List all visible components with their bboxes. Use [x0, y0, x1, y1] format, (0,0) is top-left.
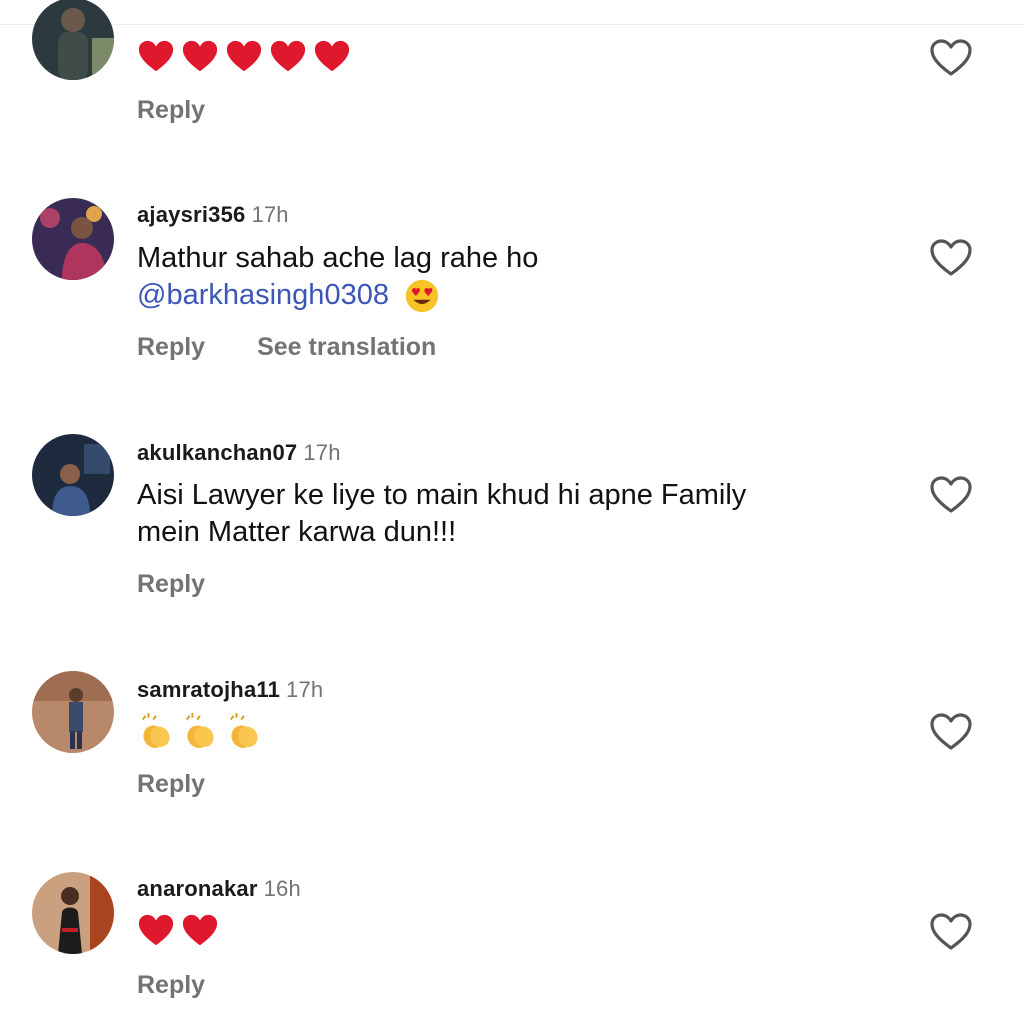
avatar[interactable] [32, 198, 114, 280]
heart-eyes-face-icon [403, 277, 441, 315]
red-heart-icon [313, 38, 351, 76]
timestamp: 17h [286, 677, 324, 702]
like-heart-icon[interactable] [929, 712, 973, 752]
timestamp: 16h [263, 876, 301, 901]
like-heart-icon[interactable] [929, 38, 973, 78]
comment-actions: Reply [137, 770, 257, 799]
red-heart-icon [137, 38, 175, 76]
comment-text: Mathur sahab ache lag rahe ho @barkhasin… [137, 240, 877, 315]
like-heart-icon[interactable] [929, 238, 973, 278]
clapping-hands-icon [137, 712, 175, 750]
red-heart-icon [181, 38, 219, 76]
comment-text [137, 38, 877, 76]
comment-actions: Reply See translation [137, 333, 488, 362]
red-heart-icon [225, 38, 263, 76]
emoji-row [137, 712, 263, 750]
comment-line: Mathur sahab ache lag rahe ho [137, 242, 539, 274]
like-heart-icon[interactable] [929, 912, 973, 952]
comment-meta: samratojha11 17h [137, 677, 323, 703]
username-link[interactable]: anaronakar [137, 876, 258, 901]
comment-actions: Reply [137, 971, 257, 1000]
comment-text [137, 912, 877, 950]
timestamp: 17h [251, 202, 289, 227]
timestamp: 17h [303, 440, 341, 465]
comment-text [137, 712, 877, 750]
see-translation-button[interactable]: See translation [257, 333, 436, 361]
username-link[interactable]: samratojha11 [137, 677, 280, 702]
clapping-hands-icon [181, 712, 219, 750]
reply-button[interactable]: Reply [137, 770, 205, 798]
reply-button[interactable]: Reply [137, 570, 205, 598]
comment-line: Aisi Lawyer ke liye to main khud hi apne… [137, 479, 747, 511]
comment-meta: ajaysri356 17h [137, 202, 289, 228]
comment-actions: Reply [137, 96, 257, 125]
reply-button[interactable]: Reply [137, 96, 205, 124]
top-divider [0, 24, 1024, 25]
mention-link[interactable]: @barkhasingh0308 [137, 279, 389, 311]
avatar[interactable] [32, 872, 114, 954]
comment-text: Aisi Lawyer ke liye to main khud hi apne… [137, 477, 877, 551]
comment-meta: anaronakar 16h [137, 876, 301, 902]
emoji-row [137, 38, 351, 76]
reply-button[interactable]: Reply [137, 333, 205, 361]
comment-actions: Reply [137, 570, 257, 599]
red-heart-icon [181, 912, 219, 950]
comment-line: mein Matter karwa dun!!! [137, 516, 457, 548]
clapping-hands-icon [225, 712, 263, 750]
like-heart-icon[interactable] [929, 475, 973, 515]
username-link[interactable]: akulkanchan07 [137, 440, 297, 465]
emoji-row [137, 912, 219, 950]
reply-button[interactable]: Reply [137, 971, 205, 999]
username-link[interactable]: ajaysri356 [137, 202, 245, 227]
comment-meta: akulkanchan07 17h [137, 440, 341, 466]
red-heart-icon [137, 912, 175, 950]
red-heart-icon [269, 38, 307, 76]
avatar[interactable] [32, 671, 114, 753]
avatar[interactable] [32, 434, 114, 516]
avatar[interactable] [32, 0, 114, 80]
